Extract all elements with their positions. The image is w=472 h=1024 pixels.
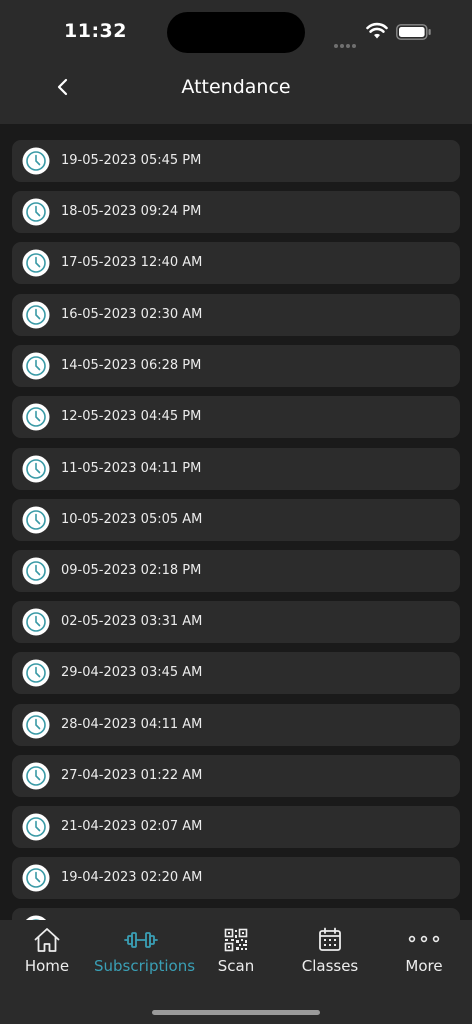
attendance-row: 09-05-2023 02:18 PM <box>12 550 460 592</box>
more-dots-icon <box>408 935 440 943</box>
clock-icon <box>22 352 50 380</box>
status-bar: 11:32 <box>0 0 472 62</box>
attendance-datetime: 28-04-2023 04:11 AM <box>61 717 203 732</box>
attendance-datetime: 18-05-2023 09:24 PM <box>61 204 202 219</box>
attendance-datetime: 19-04-2023 02:20 AM <box>61 870 203 885</box>
attendance-datetime: 21-04-2023 02:07 AM <box>61 819 203 834</box>
attendance-datetime: 19-05-2023 05:45 PM <box>61 153 202 168</box>
attendance-row: 16-05-2023 02:30 AM <box>12 294 460 336</box>
clock-icon <box>22 711 50 739</box>
attendance-row: 28-04-2023 04:11 AM <box>12 704 460 746</box>
clock-icon <box>22 198 50 226</box>
tab-home-label: Home <box>24 957 70 975</box>
clock-icon <box>22 813 50 841</box>
battery-icon <box>396 24 431 40</box>
clock-icon <box>22 403 50 431</box>
attendance-datetime: 02-05-2023 03:31 AM <box>61 614 203 629</box>
attendance-datetime: 16-05-2023 02:30 AM <box>61 307 203 322</box>
attendance-row: 02-05-2023 03:31 AM <box>12 601 460 643</box>
clock-icon <box>22 301 50 329</box>
attendance-row: 14-05-2023 06:28 PM <box>12 345 460 387</box>
attendance-row: 21-04-2023 02:07 AM <box>12 806 460 848</box>
clock-icon <box>22 762 50 790</box>
tab-bar: Home Subscriptions Scan Classes More <box>0 920 472 1024</box>
attendance-list[interactable]: 19-05-2023 05:45 PM 18-05-2023 09:24 PM … <box>0 124 472 920</box>
tab-subscriptions-label: Subscriptions <box>94 957 196 975</box>
clock-icon <box>22 506 50 534</box>
tab-subscriptions[interactable]: Subscriptions <box>94 920 196 990</box>
attendance-row-partial <box>12 908 460 920</box>
tab-more-label: More <box>405 957 443 975</box>
attendance-datetime: 17-05-2023 12:40 AM <box>61 255 203 270</box>
attendance-row: 19-04-2023 02:20 AM <box>12 857 460 899</box>
tab-more[interactable]: More <box>377 920 471 990</box>
attendance-datetime: 11-05-2023 04:11 PM <box>61 461 202 476</box>
tab-scan-label: Scan <box>217 957 255 975</box>
tab-classes[interactable]: Classes <box>283 920 377 990</box>
clock-icon <box>22 249 50 277</box>
attendance-row: 11-05-2023 04:11 PM <box>12 448 460 490</box>
calendar-icon <box>319 927 341 951</box>
clock-icon <box>22 608 50 636</box>
clock-icon <box>22 659 50 687</box>
dumbbell-icon <box>124 932 158 948</box>
attendance-datetime: 27-04-2023 01:22 AM <box>61 768 203 783</box>
attendance-row: 19-05-2023 05:45 PM <box>12 140 460 182</box>
attendance-row: 27-04-2023 01:22 AM <box>12 755 460 797</box>
clock-icon <box>22 147 50 175</box>
wifi-icon <box>366 22 388 39</box>
status-time: 11:32 <box>64 20 127 42</box>
attendance-row: 29-04-2023 03:45 AM <box>12 652 460 694</box>
attendance-datetime: 14-05-2023 06:28 PM <box>61 358 202 373</box>
attendance-datetime: 29-04-2023 03:45 AM <box>61 665 203 680</box>
page-title: Attendance <box>181 76 291 98</box>
qr-code-icon <box>224 928 248 952</box>
tab-classes-label: Classes <box>301 957 359 975</box>
attendance-row: 17-05-2023 12:40 AM <box>12 242 460 284</box>
clock-icon <box>22 557 50 585</box>
attendance-datetime: 10-05-2023 05:05 AM <box>61 512 203 527</box>
attendance-row: 18-05-2023 09:24 PM <box>12 191 460 233</box>
clock-icon <box>22 455 50 483</box>
tab-scan[interactable]: Scan <box>189 920 283 990</box>
attendance-row: 12-05-2023 04:45 PM <box>12 396 460 438</box>
dynamic-island <box>167 12 305 53</box>
clock-icon <box>22 864 50 892</box>
tab-home[interactable]: Home <box>0 920 94 990</box>
navigation-header: Attendance <box>0 62 472 124</box>
attendance-datetime: 09-05-2023 02:18 PM <box>61 563 202 578</box>
home-indicator <box>152 1010 320 1015</box>
home-icon <box>34 928 60 952</box>
signal-icon <box>334 33 360 48</box>
attendance-row: 10-05-2023 05:05 AM <box>12 499 460 541</box>
attendance-datetime: 12-05-2023 04:45 PM <box>61 409 202 424</box>
